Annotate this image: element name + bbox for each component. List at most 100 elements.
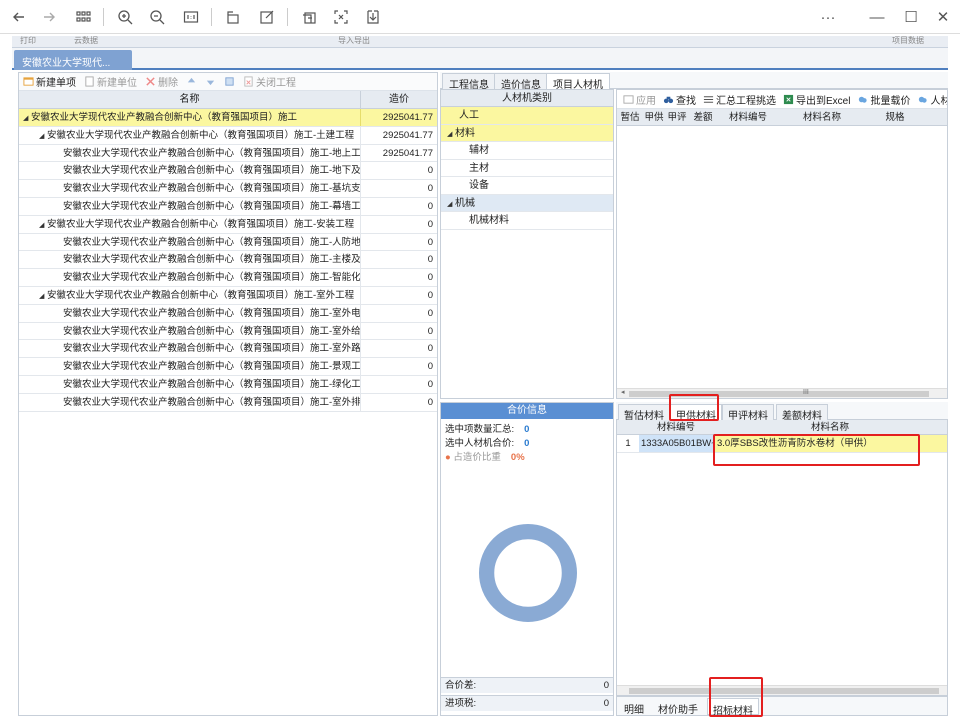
diff-value: 0 — [603, 680, 609, 691]
ribbon-label-project-data[interactable]: 项目数据 — [892, 36, 924, 46]
tab-detail[interactable]: 明细 — [619, 698, 649, 716]
copy-button[interactable] — [224, 76, 235, 87]
arrow-down-icon — [206, 80, 215, 86]
actual-size-icon[interactable] — [180, 6, 202, 28]
col-owner-evaluated[interactable]: 甲评 — [665, 109, 689, 125]
col-estimate[interactable]: 暂估 — [617, 109, 643, 125]
apply-button[interactable]: 应用 — [623, 92, 656, 107]
forward-arrow-icon[interactable] — [38, 6, 60, 28]
new-item-button[interactable]: 新建单项 — [23, 74, 76, 89]
batch-price-button[interactable]: 批量载价 — [857, 92, 910, 107]
category-item[interactable]: 辅材 — [441, 142, 613, 160]
expand-triangle-icon[interactable]: ◢ — [23, 110, 31, 126]
ribbon-label-import-export[interactable]: 导入导出 — [338, 36, 370, 46]
tree-row[interactable]: 安徽农业大学现代农业产教融合创新中心（教育强国项目）施工-基坑支护 0 — [19, 180, 437, 198]
col-name[interactable]: 材料名称 — [713, 420, 947, 434]
move-up-button[interactable] — [186, 76, 197, 87]
arrow-up-icon — [187, 77, 196, 83]
tree-row[interactable]: 安徽农业大学现代农业产教融合创新中心（教育强国项目）施工-幕墙工程 0 — [19, 197, 437, 216]
expand-triangle-icon[interactable]: ◢ — [39, 288, 47, 304]
grid-icon[interactable] — [72, 6, 94, 28]
category-item[interactable]: 主材 — [441, 160, 613, 177]
tree-row-label: 安徽农业大学现代农业产教融合创新中心（教育强国项目）施工-基坑支护 — [63, 183, 361, 195]
edit-icon[interactable] — [256, 6, 278, 28]
col-spec[interactable]: 规格 — [865, 109, 925, 125]
tree-row-price: 0 — [427, 272, 433, 284]
category-panel: 人材机类别 人工 ◢ 材料 辅材 主材 设备 ◢ 机械 机械材料 — [440, 89, 614, 399]
project-tree-panel: 新建单项 新建单位 删除 关闭工程 名称 造价 ◢ 安徽农业大学现代农业产教融合创… — [18, 72, 438, 716]
fit-icon[interactable] — [330, 6, 352, 28]
tree-row[interactable]: 安徽农业大学现代农业产教融合创新中心（教育强国项目）施工-人防地下室 0 — [19, 233, 437, 252]
row-code[interactable]: 1333A05B01BW~1 — [639, 435, 713, 452]
more-icon[interactable]: ··· — [816, 6, 840, 28]
column-header-price[interactable]: 造价 — [361, 91, 437, 108]
tree-row[interactable]: 安徽农业大学现代农业产教融合创新中心（教育强国项目）施工-绿化工程 0 — [19, 375, 437, 394]
materials-hscrollbar[interactable]: ◂ III — [617, 388, 947, 398]
category-item[interactable]: 设备 — [441, 177, 613, 195]
zoom-out-icon[interactable] — [146, 6, 168, 28]
tab-estimate-materials[interactable]: 暂估材料 — [618, 404, 670, 422]
tree-row[interactable]: 安徽农业大学现代农业产教融合创新中心（教育强国项目）施工-地下及桩基 0 — [19, 162, 437, 181]
tab-project-info[interactable]: 工程信息 — [442, 73, 496, 91]
tab-cost-info[interactable]: 造价信息 — [494, 73, 548, 91]
tree-row[interactable]: 安徽农业大学现代农业产教融合创新中心（教育强国项目）施工-景观工程 0 — [19, 358, 437, 376]
column-header-name[interactable]: 名称 — [19, 91, 361, 108]
tab-difference-materials[interactable]: 差额材料 — [776, 404, 828, 422]
ribbon-label-print[interactable]: 打印 — [20, 36, 36, 46]
tree-row[interactable]: 安徽农业大学现代农业产教融合创新中心（教育强国项目）施工-地上工程 2925041… — [19, 144, 437, 163]
tree-row[interactable]: 安徽农业大学现代农业产教融合创新中心（教育强国项目）施工-主楼及非人防 0 — [19, 251, 437, 270]
crop-icon[interactable] — [298, 6, 320, 28]
category-item[interactable]: 人工 — [441, 107, 613, 125]
tree-row[interactable]: 安徽农业大学现代农业产教融合创新中心（教育强国项目）施工-室外路灯 0 — [19, 340, 437, 359]
tab-owner-evaluated-materials[interactable]: 甲评材料 — [722, 404, 774, 422]
annotation-box-bid-materials-tab — [709, 677, 763, 717]
category-item[interactable]: ◢ 机械 — [441, 194, 613, 213]
tree-row[interactable]: ◢ 安徽农业大学现代农业产教融合创新中心（教育强国项目）施工 2925041.77 — [19, 109, 437, 127]
maximize-icon[interactable]: ☐ — [900, 6, 922, 28]
tree-row-name: 安徽农业大学现代农业产教融合创新中心（教育强国项目）施工-主楼及非人防 — [19, 251, 361, 269]
scroll-thumb[interactable] — [629, 688, 939, 694]
col-difference[interactable]: 差额 — [689, 109, 717, 125]
find-button[interactable]: 查找 — [663, 92, 696, 107]
tree-row[interactable]: 安徽农业大学现代农业产教融合创新中心（教育强国项目）施工-智能化工程 0 — [19, 269, 437, 287]
tree-row-price: 0 — [427, 378, 433, 390]
tree-row[interactable]: ◢ 安徽农业大学现代农业产教融合创新中心（教育强国项目）施工-土建工程 292504… — [19, 126, 437, 145]
tree-row[interactable]: 安徽农业大学现代农业产教融合创新中心（教育强国项目）施工-室外给水工程 0 — [19, 322, 437, 341]
expand-triangle-icon[interactable]: ◢ — [447, 196, 455, 213]
category-item[interactable]: 机械材料 — [441, 212, 613, 230]
scroll-left-icon[interactable]: ◂ — [621, 388, 625, 396]
tree-row-label: 安徽农业大学现代农业产教融合创新中心（教育强国项目）施工-安装工程 — [47, 218, 355, 230]
category-item[interactable]: ◢ 材料 — [441, 124, 613, 143]
tab-price-assistant[interactable]: 材价助手 — [653, 698, 703, 716]
new-unit-button[interactable]: 新建单位 — [84, 74, 137, 89]
lower-hscrollbar[interactable] — [617, 685, 947, 695]
category-label: 主材 — [469, 162, 489, 174]
rotate-icon[interactable] — [222, 6, 244, 28]
col-material-name[interactable]: 材料名称 — [779, 109, 865, 125]
expand-triangle-icon[interactable]: ◢ — [39, 128, 47, 144]
expand-triangle-icon[interactable]: ◢ — [39, 217, 47, 233]
col-owner-supplied[interactable]: 甲供 — [643, 109, 665, 125]
col-code[interactable]: 材料编号 — [639, 420, 713, 434]
col-material-code[interactable]: 材料编号 — [717, 109, 779, 125]
summary-select-button[interactable]: 汇总工程挑选 — [703, 92, 776, 107]
tree-row[interactable]: 安徽农业大学现代农业产教融合创新中心（教育强国项目）施工-室外电力排管 0 — [19, 304, 437, 323]
tree-row[interactable]: 安徽农业大学现代农业产教融合创新中心（教育强国项目）施工-室外排水工程 0 — [19, 393, 437, 412]
move-down-button[interactable] — [205, 76, 216, 87]
export-excel-button[interactable]: 导出到Excel — [783, 92, 850, 107]
tree-row[interactable]: ◢ 安徽农业大学现代农业产教融合创新中心（教育强国项目）施工-室外工程 0 — [19, 286, 437, 305]
delete-button[interactable]: 删除 — [145, 74, 178, 89]
download-icon[interactable] — [362, 6, 384, 28]
close-project-button[interactable]: 关闭工程 — [243, 74, 296, 89]
tree-row-label: 安徽农业大学现代农业产教融合创新中心（教育强国项目）施工-人防地下室 — [63, 236, 361, 248]
close-icon[interactable]: ✕ — [932, 6, 954, 28]
minimize-icon[interactable]: — — [866, 6, 888, 28]
tree-row[interactable]: ◢ 安徽农业大学现代农业产教融合创新中心（教育强国项目）施工-安装工程 0 — [19, 215, 437, 234]
tab-project-materials[interactable]: 项目人材机 — [546, 73, 610, 91]
material-button[interactable]: 人材 — [917, 92, 947, 107]
expand-triangle-icon[interactable]: ◢ — [447, 126, 455, 143]
back-arrow-icon[interactable] — [8, 6, 30, 28]
ribbon-label-cloud[interactable]: 云数据 — [74, 36, 98, 46]
zoom-in-icon[interactable] — [114, 6, 136, 28]
document-tab[interactable]: 安徽农业大学现代... — [14, 50, 132, 70]
